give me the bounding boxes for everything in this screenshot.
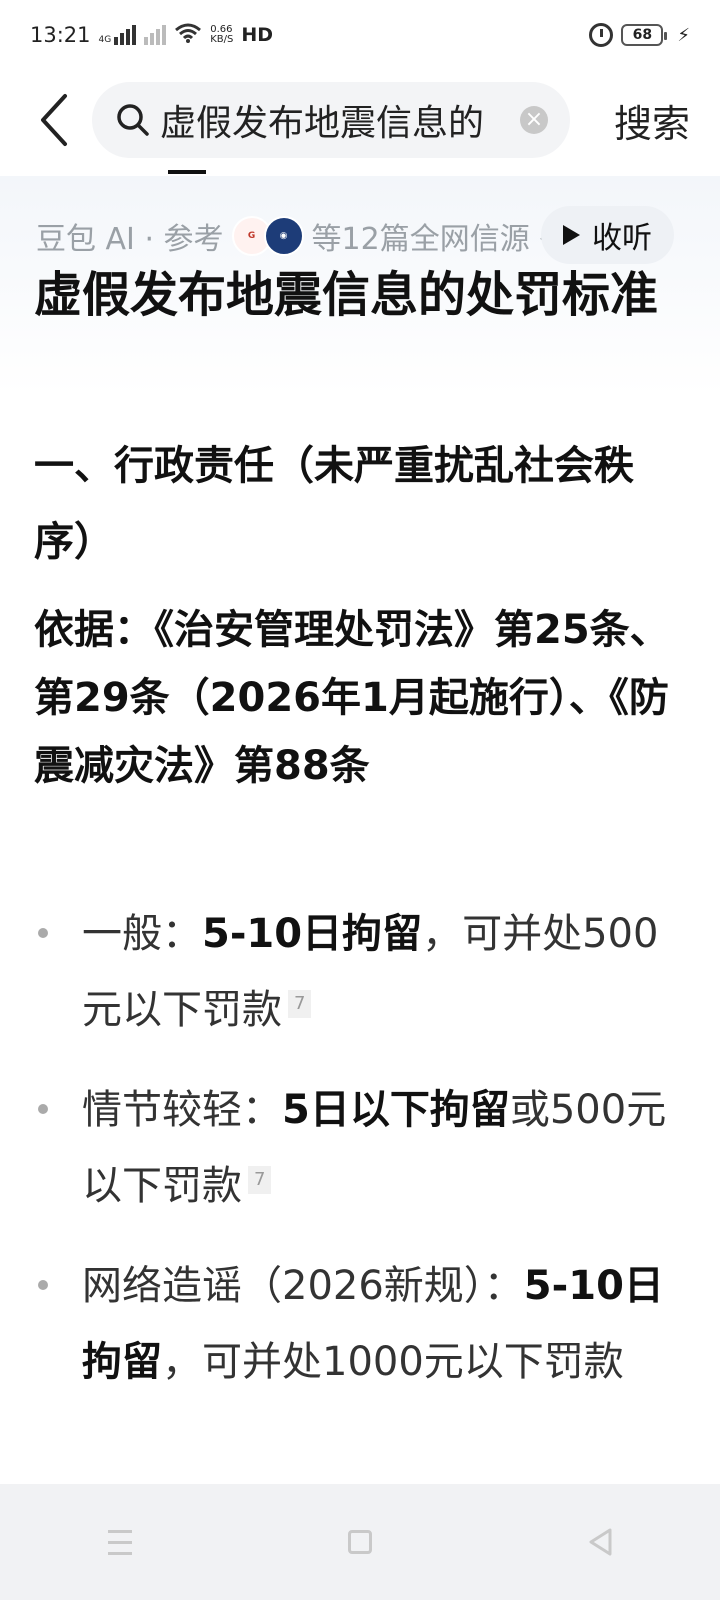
network-type: 4G: [98, 35, 112, 45]
answer-content: 豆包 AI · 参考 G ◉ 等12篇全网信源 ⌄ 收听 虚假发布地震信息的处罚…: [0, 176, 720, 1484]
search-box[interactable]: 虚假发布地震信息的 ×: [92, 82, 570, 158]
status-bar: 13:21 4G 0.66 KB/S HD 68 ⚡: [0, 0, 720, 70]
signal-icon: 4G: [99, 25, 137, 45]
search-input[interactable]: 虚假发布地震信息的: [160, 94, 512, 146]
battery-icon: 68: [621, 24, 668, 46]
search-button[interactable]: 搜索: [614, 93, 690, 148]
clear-icon[interactable]: ×: [520, 106, 548, 134]
home-button[interactable]: [330, 1512, 390, 1572]
wifi-icon: [174, 22, 202, 49]
battery-level: 68: [632, 27, 653, 43]
source-logos: G ◉: [231, 216, 304, 256]
search-header: 虚假发布地震信息的 × 搜索: [0, 70, 720, 170]
source-prefix: 豆包 AI · 参考: [36, 222, 224, 257]
citation-badge[interactable]: 7: [288, 990, 312, 1018]
list-item: 网络造谣（2026新规）：5-10日拘留，可并处1000元以下罚款: [34, 1248, 674, 1400]
tab-indicator: [168, 170, 206, 174]
list-item: 一般：5-10日拘留，可并处500元以下罚款 7: [34, 896, 674, 1048]
bullet-label: 情节较轻：: [82, 1087, 282, 1133]
legal-basis: 依据：《治安管理处罚法》第25条、第29条（2026年1月起施行）、《防震减灾法…: [34, 607, 670, 789]
section-heading: 一、行政责任（未严重扰乱社会秩序）: [34, 443, 634, 565]
status-right: 68 ⚡: [589, 23, 690, 47]
charging-icon: ⚡: [677, 24, 690, 46]
back-button[interactable]: [30, 90, 78, 150]
bullet-emphasis: 5日以下拘留: [282, 1087, 510, 1133]
nav-back-icon: [589, 1528, 612, 1556]
system-nav-bar: [0, 1484, 720, 1600]
status-time: 13:21: [30, 23, 91, 47]
alarm-icon: [589, 23, 614, 47]
bullet-label: 网络造谣（2026新规）：: [82, 1263, 524, 1309]
signal-icon-secondary: [144, 25, 167, 45]
answer-title: 虚假发布地震信息的处罚标准: [34, 267, 659, 323]
net-speed-unit: KB/S: [210, 34, 234, 45]
listen-button[interactable]: 收听: [541, 206, 674, 264]
back-arrow-icon: [41, 94, 67, 146]
bullet-label: 一般：: [82, 911, 202, 957]
hd-indicator: HD: [241, 24, 274, 46]
source-count: 等12篇全网信源: [311, 222, 530, 257]
list-item: 情节较轻：5日以下拘留或500元以下罚款 7: [34, 1072, 674, 1224]
listen-label: 收听: [592, 221, 652, 256]
bullet-rest: ，可并处1000元以下罚款: [162, 1339, 624, 1385]
search-icon: [114, 101, 152, 139]
home-icon: [348, 1530, 372, 1554]
nav-back-button[interactable]: [570, 1512, 630, 1572]
penalty-list: 一般：5-10日拘留，可并处500元以下罚款 7 情节较轻：5日以下拘留或500元…: [34, 896, 674, 1424]
source-logo-police: ◉: [263, 216, 304, 256]
net-speed: 0.66 KB/S: [210, 25, 233, 45]
play-icon: [563, 225, 580, 245]
menu-icon[interactable]: [90, 1512, 150, 1572]
status-left: 13:21 4G 0.66 KB/S HD: [30, 22, 273, 49]
citation-badge[interactable]: 7: [248, 1166, 272, 1194]
bullet-emphasis: 5-10日拘留: [202, 911, 423, 957]
